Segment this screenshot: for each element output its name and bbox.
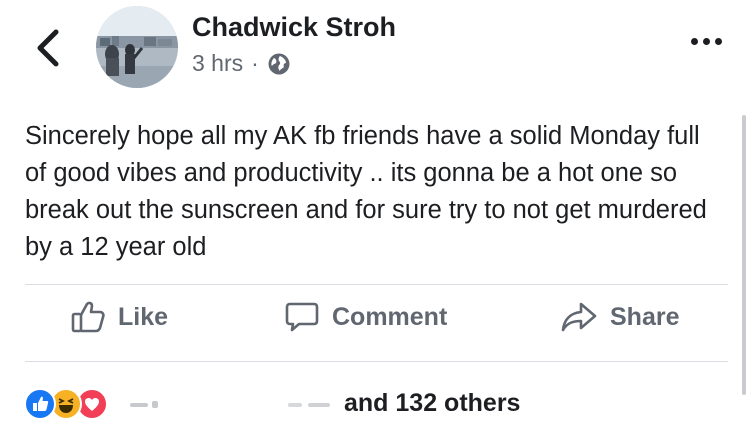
globe-icon[interactable] [267,52,291,76]
comment-button[interactable]: Comment [284,300,447,334]
reaction-summary[interactable]: and 132 others [344,389,520,418]
redacted-names [128,394,338,416]
like-label: Like [118,302,169,331]
share-button[interactable]: Share [560,300,679,334]
post-text: Sincerely hope all my AK fb friends have… [25,122,707,261]
timestamp[interactable]: 3 hrs [192,50,243,77]
share-label: Share [610,302,680,331]
chevron-left-icon [37,29,59,67]
thumbs-up-icon [71,301,105,333]
comment-label: Comment [332,302,448,331]
like-reaction-icon [24,388,56,420]
more-options-button[interactable] [691,38,722,45]
share-arrow-icon [561,302,597,332]
comment-icon [285,302,319,332]
back-button[interactable] [32,28,66,68]
meta-separator: · [251,50,259,76]
action-bar: Like Comment Share [0,300,750,346]
divider-bottom [25,361,728,362]
divider-top [25,284,728,285]
like-button[interactable]: Like [70,300,168,334]
post-meta: 3 hrs · [192,50,291,77]
reaction-icons[interactable] [24,388,108,420]
profile-photo [96,6,178,88]
author-name[interactable]: Chadwick Stroh [192,12,396,43]
avatar[interactable] [96,6,178,88]
scrollbar[interactable] [742,115,746,395]
more-horizontal-icon [691,38,722,45]
